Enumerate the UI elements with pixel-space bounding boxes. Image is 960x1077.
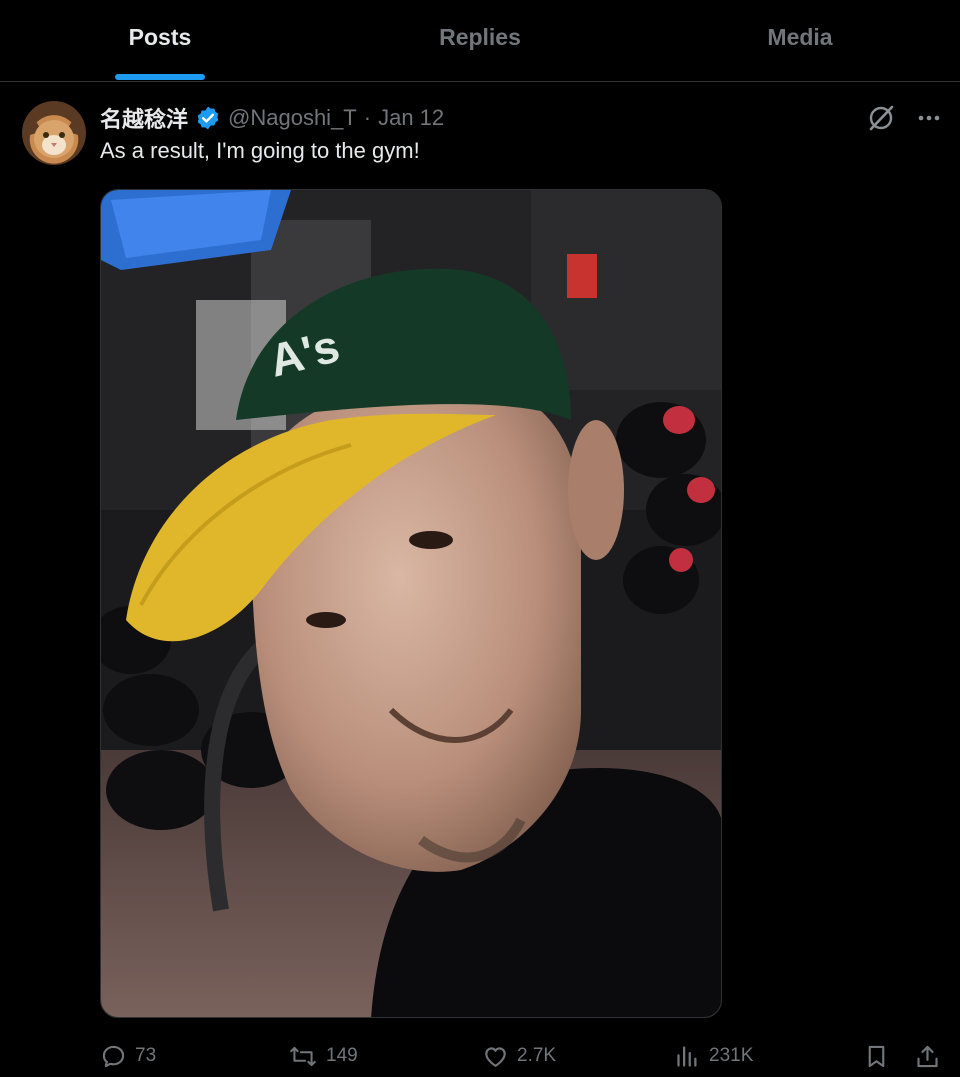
reply-count: 73 <box>135 1045 157 1066</box>
grok-icon[interactable] <box>866 103 896 133</box>
tab-posts[interactable]: Posts <box>0 0 320 81</box>
post-header-actions <box>866 102 942 134</box>
views-count: 231K <box>709 1045 754 1066</box>
active-tab-indicator <box>115 74 205 80</box>
share-button[interactable] <box>914 1037 941 1075</box>
like-button[interactable]: 2.7K <box>482 1037 556 1075</box>
post-text: As a result, I'm going to the gym! <box>100 138 420 163</box>
avatar[interactable] <box>22 101 86 165</box>
post-action-bar: 73 149 2.7K 231K <box>100 1037 945 1075</box>
repost-icon <box>288 1043 318 1070</box>
post[interactable]: 名越稔洋 @Nagoshi_T · Jan 12 As a result, I' <box>0 82 960 1077</box>
reply-icon <box>100 1043 127 1070</box>
profile-tabs: Posts Replies Media <box>0 0 960 82</box>
post-header: 名越稔洋 @Nagoshi_T · Jan 12 <box>100 102 444 134</box>
separator-dot: · <box>363 105 372 130</box>
share-icon <box>914 1043 941 1070</box>
handle[interactable]: @Nagoshi_T <box>228 105 357 131</box>
tab-replies[interactable]: Replies <box>320 0 640 81</box>
display-name[interactable]: 名越稔洋 <box>100 102 188 134</box>
reply-button[interactable]: 73 <box>100 1037 156 1075</box>
tab-media-label: Media <box>767 24 833 50</box>
tab-media[interactable]: Media <box>640 0 960 81</box>
post-media-photo[interactable]: A's <box>100 189 722 1018</box>
like-icon <box>482 1043 509 1070</box>
more-icon[interactable] <box>916 105 942 131</box>
views-button[interactable]: 231K <box>674 1037 753 1075</box>
tab-replies-label: Replies <box>439 24 521 50</box>
like-count: 2.7K <box>517 1045 557 1066</box>
tab-posts-label: Posts <box>128 24 192 50</box>
bookmark-button[interactable] <box>863 1037 890 1075</box>
bookmark-icon <box>863 1043 890 1070</box>
post-date[interactable]: Jan 12 <box>378 105 444 131</box>
verified-badge-icon <box>195 105 221 131</box>
repost-button[interactable]: 149 <box>288 1037 358 1075</box>
repost-count: 149 <box>326 1045 358 1066</box>
views-icon <box>674 1043 701 1070</box>
